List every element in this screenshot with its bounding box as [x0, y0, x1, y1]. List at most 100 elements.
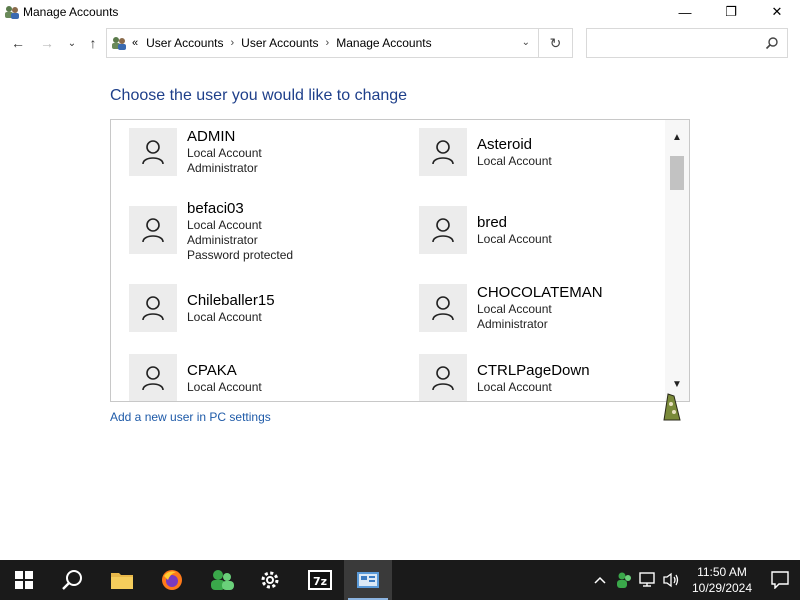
avatar — [419, 354, 467, 401]
search-box[interactable] — [586, 28, 788, 58]
close-button[interactable]: ✕ — [754, 0, 800, 24]
avatar — [129, 128, 177, 176]
speaker-icon — [663, 572, 679, 588]
clock[interactable]: 11:50 AM 10/29/2024 — [684, 564, 760, 596]
user-tile-cpaka[interactable]: CPAKA Local Account — [129, 354, 262, 401]
user-icon — [142, 366, 164, 391]
file-explorer-button[interactable] — [98, 560, 146, 600]
avatar — [419, 206, 467, 254]
scroll-thumb[interactable] — [670, 156, 684, 190]
user-role: Administrator — [187, 233, 258, 247]
user-role: Administrator — [187, 161, 258, 175]
user-tile-asteroid[interactable]: Asteroid Local Account — [419, 128, 552, 176]
search-icon — [765, 37, 778, 50]
user-tile-admin[interactable]: ADMIN Local Account Administrator — [129, 128, 262, 176]
search-button[interactable] — [48, 560, 96, 600]
maximize-button[interactable]: ❐ — [708, 0, 754, 24]
breadcrumb-separator[interactable]: › — [231, 37, 235, 49]
minimize-button[interactable]: — — [662, 0, 708, 24]
system-tray: 11:50 AM 10/29/2024 — [588, 560, 800, 600]
user-icon — [142, 218, 164, 243]
avatar — [129, 284, 177, 332]
user-accounts-icon — [5, 6, 19, 19]
svg-text:7z: 7z — [313, 575, 327, 588]
user-icon — [432, 366, 454, 391]
user-role: Administrator — [477, 317, 548, 331]
user-name: CPAKA — [187, 362, 237, 379]
network-icon — [639, 572, 655, 587]
windows-logo-icon — [15, 571, 33, 589]
7zip-icon: 7z — [308, 570, 332, 590]
search-icon — [62, 570, 82, 590]
user-icon — [432, 140, 454, 165]
network-button[interactable] — [636, 572, 660, 588]
user-type: Local Account — [187, 218, 262, 232]
forward-button[interactable]: → — [38, 34, 56, 52]
gear-icon — [261, 571, 279, 589]
user-name: bred — [477, 214, 508, 231]
back-button[interactable]: ← — [9, 34, 27, 52]
user-tile-chocolateman[interactable]: CHOCOLATEMAN Local Account Administrator — [419, 284, 603, 332]
user-tile-chileballer15[interactable]: Chileballer15 Local Account — [129, 284, 275, 332]
user-icon — [142, 296, 164, 321]
start-button[interactable] — [0, 560, 48, 600]
user-tile-bred[interactable]: bred Local Account — [419, 206, 552, 254]
user-type: Local Account — [187, 146, 262, 160]
breadcrumb-overflow[interactable]: « — [132, 37, 138, 49]
7zip-button[interactable]: 7z — [296, 560, 344, 600]
user-name: Asteroid — [477, 136, 533, 153]
navigation-bar: ← → ⌄ ↑ « User Accounts › User Accounts … — [0, 28, 800, 58]
firefox-button[interactable] — [148, 560, 196, 600]
scroll-down-button[interactable]: ▼ — [665, 375, 689, 393]
window-title: Manage Accounts — [23, 5, 119, 19]
chevron-up-icon — [594, 576, 606, 584]
people-icon — [211, 570, 234, 590]
clock-date: 10/29/2024 — [691, 581, 753, 595]
people-button[interactable] — [198, 560, 246, 600]
firefox-icon — [162, 570, 182, 590]
taskbar: 7z 11:50 AM 10/29/2024 — [0, 560, 800, 600]
user-type: Local Account — [187, 380, 262, 394]
settings-button[interactable] — [246, 560, 294, 600]
avatar — [129, 354, 177, 401]
user-name: CHOCOLATEMAN — [477, 284, 603, 301]
mouse-cursor-icon — [663, 393, 681, 421]
recent-locations-button[interactable]: ⌄ — [63, 34, 81, 52]
title-bar: Manage Accounts — ❐ ✕ — [0, 0, 800, 24]
add-new-user-link[interactable]: Add a new user in PC settings — [110, 410, 271, 424]
user-type: Local Account — [477, 380, 552, 394]
notifications-button[interactable] — [760, 571, 800, 589]
refresh-button[interactable]: ↻ — [539, 28, 573, 58]
address-bar[interactable]: « User Accounts › User Accounts › Manage… — [106, 28, 539, 58]
breadcrumb-separator[interactable]: › — [326, 37, 330, 49]
user-password-status: Password protected — [187, 248, 294, 262]
people-icon — [617, 572, 631, 588]
user-list: ADMIN Local Account Administrator Astero… — [110, 119, 690, 402]
user-type: Local Account — [187, 310, 262, 324]
avatar — [129, 206, 177, 254]
page-heading: Choose the user you would like to change — [110, 87, 408, 104]
volume-button[interactable] — [660, 572, 684, 588]
up-button[interactable]: ↑ — [84, 34, 102, 52]
breadcrumb-user-accounts-2[interactable]: User Accounts — [241, 36, 318, 50]
user-type: Local Account — [477, 302, 552, 316]
control-panel-icon — [112, 37, 126, 50]
user-name: ADMIN — [187, 128, 236, 145]
folder-icon — [111, 573, 133, 589]
clock-time: 11:50 AM — [697, 565, 747, 579]
user-tile-ctrlpagedown[interactable]: CTRLPageDown Local Account — [419, 354, 590, 401]
user-name: befaci03 — [187, 200, 244, 217]
scroll-up-button[interactable]: ▲ — [665, 128, 689, 146]
user-tile-befaci03[interactable]: befaci03 Local Account Administrator Pas… — [129, 200, 294, 263]
breadcrumb-manage-accounts[interactable]: Manage Accounts — [336, 36, 431, 50]
show-hidden-icons-button[interactable] — [588, 576, 612, 584]
notification-icon — [771, 571, 789, 589]
avatar — [419, 284, 467, 332]
control-panel-taskbar-button[interactable] — [344, 560, 392, 600]
vertical-scrollbar[interactable]: ▲ ▼ — [665, 120, 689, 401]
user-type: Local Account — [477, 232, 552, 246]
tray-people-button[interactable] — [612, 571, 636, 589]
user-icon — [432, 296, 454, 321]
address-dropdown-button[interactable]: ⌄ — [522, 37, 530, 48]
breadcrumb-user-accounts-1[interactable]: User Accounts — [146, 36, 223, 50]
